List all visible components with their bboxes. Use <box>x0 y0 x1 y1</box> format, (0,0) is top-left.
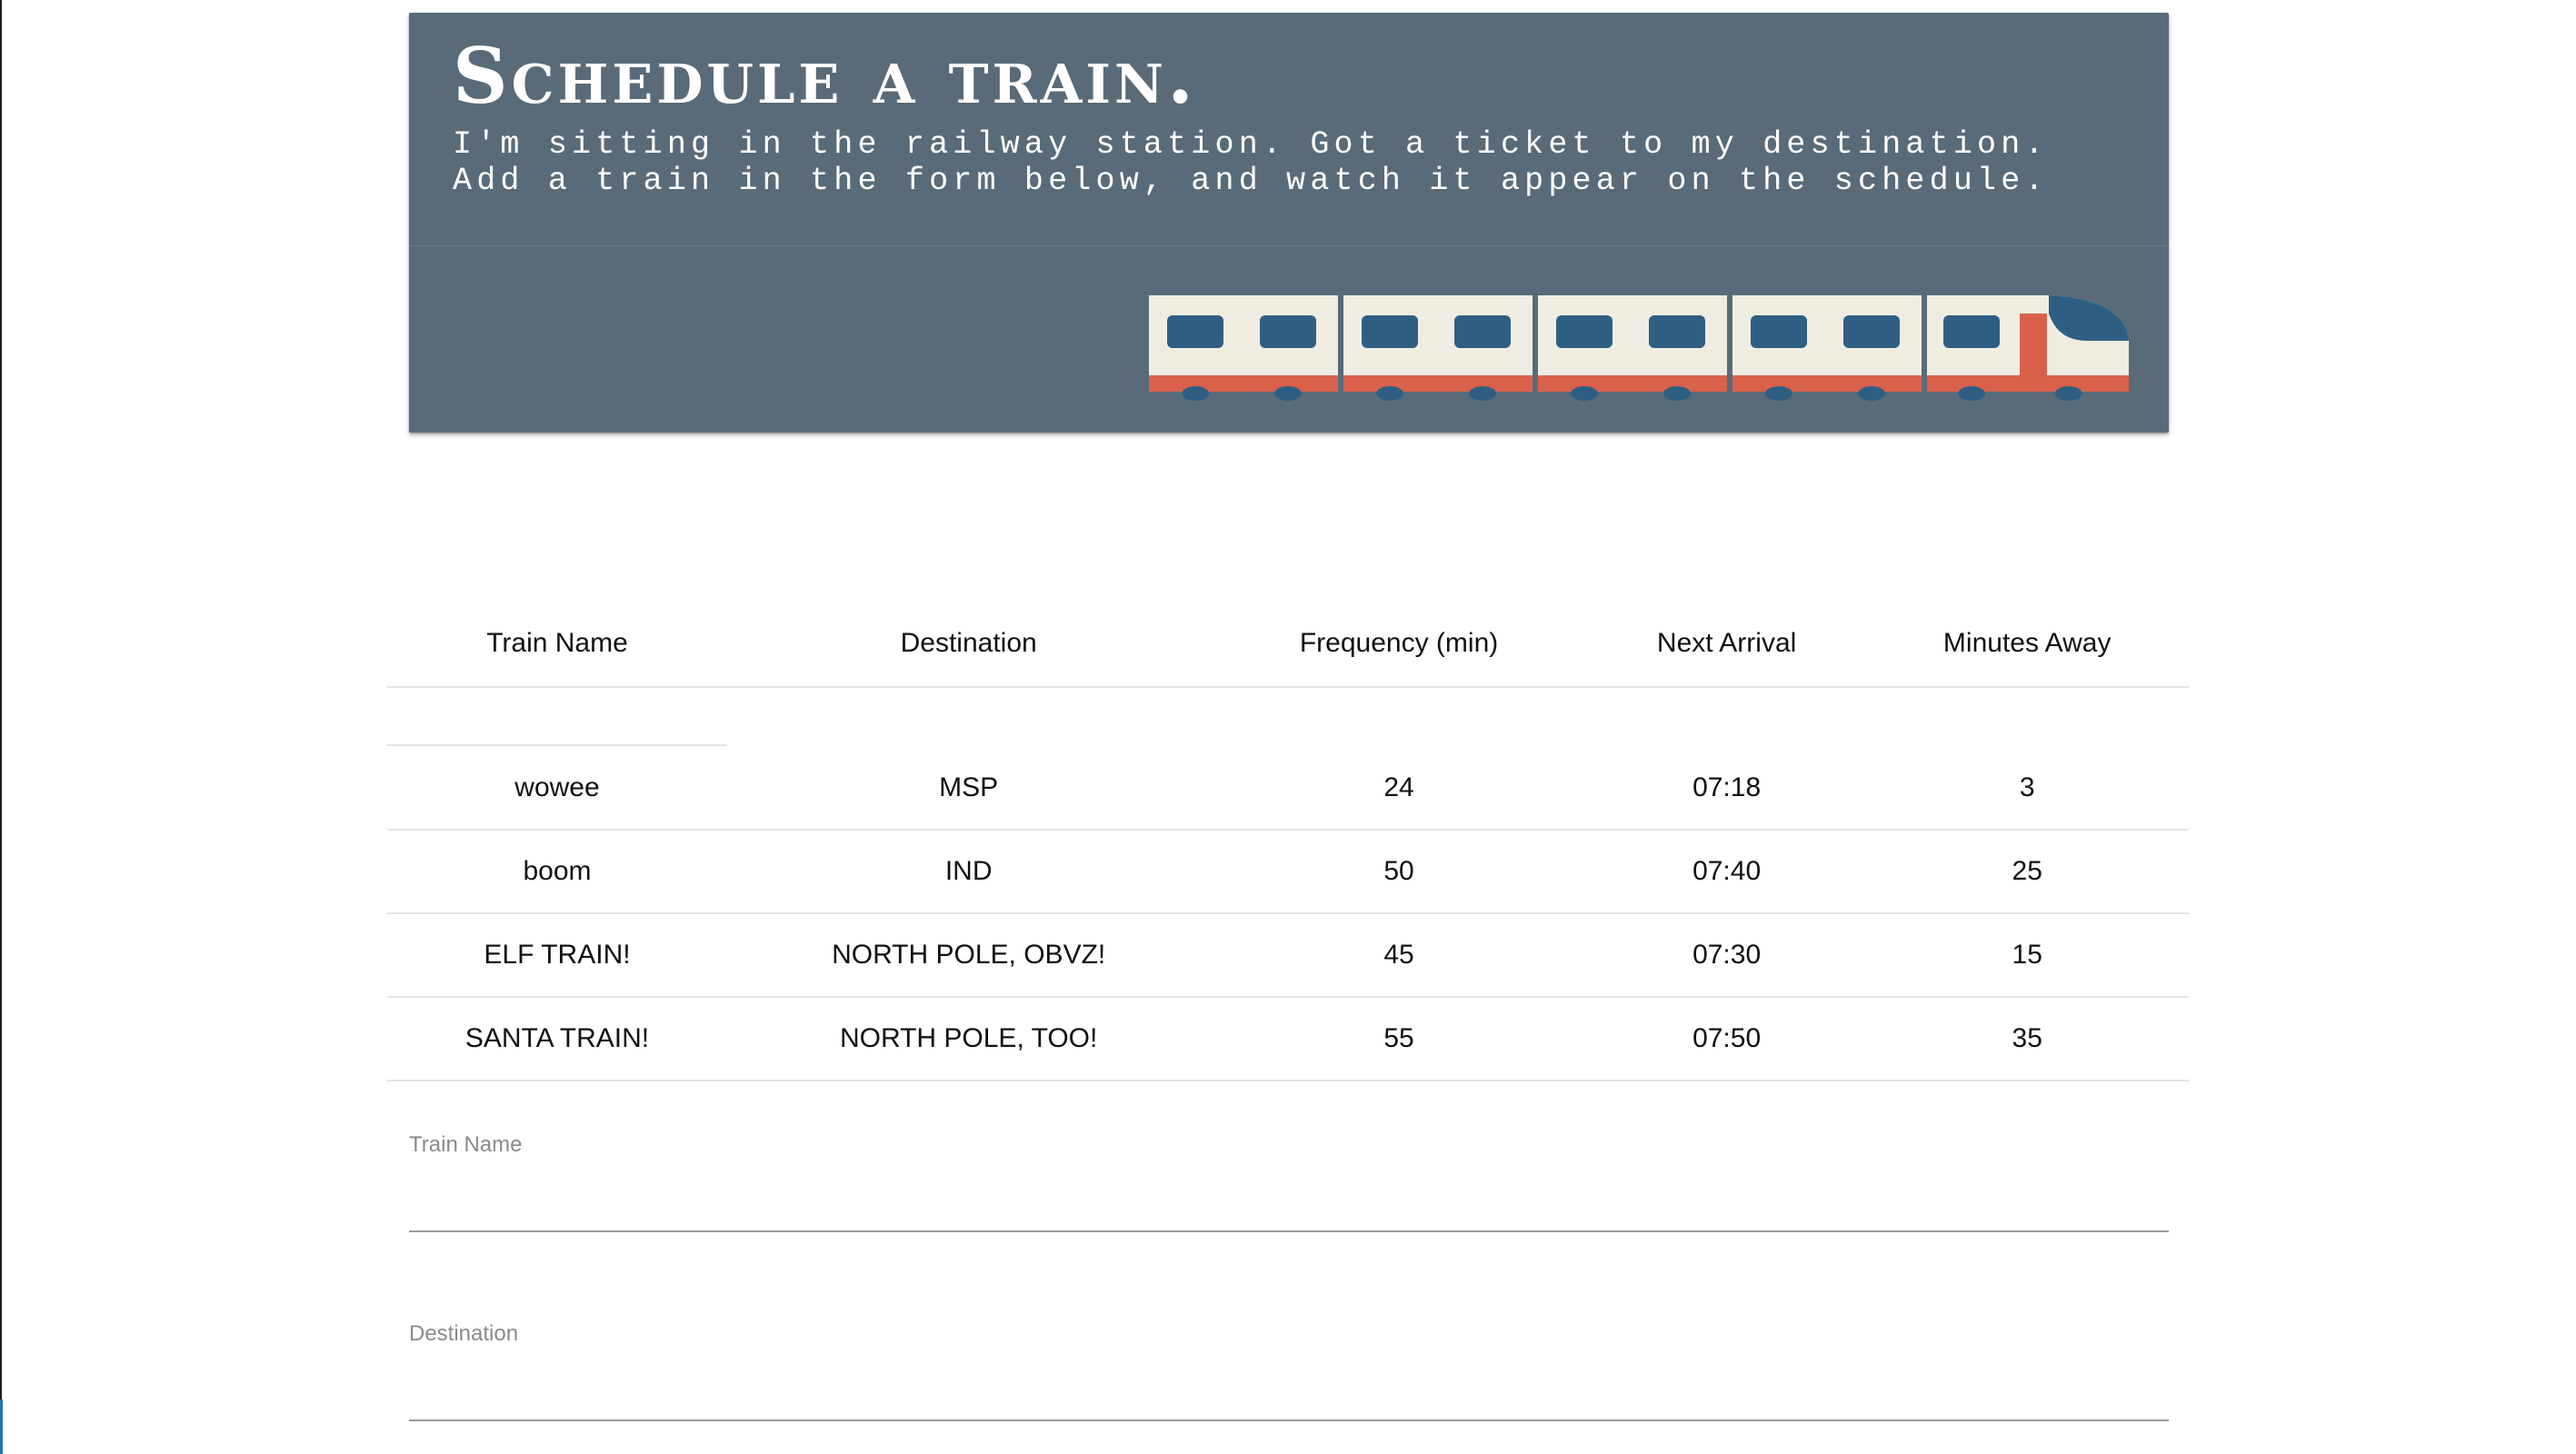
train-car-3 <box>1538 295 1727 401</box>
next-arrival-cell: 07:40 <box>1587 830 1866 914</box>
table-row: boom IND 50 07:40 25 <box>387 830 2189 914</box>
train-locomotive <box>1927 295 2129 401</box>
table-row: ELF TRAIN! NORTH POLE, OBVZ! 45 07:30 15 <box>387 913 2189 998</box>
column-header-train-name: Train Name <box>387 600 727 688</box>
blank-row <box>387 687 2189 746</box>
table-row: wowee MSP 24 07:18 3 <box>387 746 2189 831</box>
column-header-minutes-away: Minutes Away <box>1865 600 2189 688</box>
column-header-frequency: Frequency (min) <box>1210 600 1588 688</box>
frequency-cell: 45 <box>1210 913 1588 998</box>
column-header-next-arrival: Next Arrival <box>1587 600 1866 688</box>
destination-input[interactable] <box>409 1358 2169 1421</box>
destination-cell: NORTH POLE, OBVZ! <box>727 913 1211 998</box>
train-car-4 <box>1732 295 1922 401</box>
train-car-1 <box>1149 295 1338 401</box>
train-name-cell: wowee <box>387 746 727 831</box>
column-header-destination: Destination <box>727 600 1211 688</box>
next-arrival-cell: 07:50 <box>1587 997 1866 1081</box>
table-header-row: Train Name Destination Frequency (min) N… <box>387 600 2189 688</box>
destination-cell: MSP <box>727 746 1211 831</box>
destination-field-group: Destination <box>409 1321 2169 1421</box>
train-car-2 <box>1343 295 1533 401</box>
next-arrival-cell: 07:18 <box>1587 746 1866 831</box>
minutes-away-cell: 15 <box>1865 913 2189 998</box>
train-name-label: Train Name <box>409 1132 523 1157</box>
train-name-cell: ELF TRAIN! <box>387 913 727 998</box>
page-title: Schedule a train. <box>453 31 1198 121</box>
minutes-away-cell: 35 <box>1865 997 2189 1081</box>
train-schedule-table: Train Name Destination Frequency (min) N… <box>387 600 2189 1081</box>
minutes-away-cell: 25 <box>1865 830 2189 914</box>
page-subtitle: I'm sitting in the railway station. Got … <box>453 126 2049 199</box>
train-name-field-group: Train Name <box>409 1132 2169 1232</box>
blank-cell <box>1210 687 1588 746</box>
window-edge-accent <box>0 1399 3 1454</box>
next-arrival-cell: 07:30 <box>1587 913 1866 998</box>
frequency-cell: 55 <box>1210 997 1588 1081</box>
subtitle-line-1: I'm sitting in the railway station. Got … <box>453 126 2049 163</box>
frequency-cell: 24 <box>1210 746 1588 831</box>
header-card: Schedule a train. I'm sitting in the rai… <box>409 13 2169 433</box>
blank-cell <box>727 687 1210 746</box>
train-name-cell: SANTA TRAIN! <box>387 997 727 1081</box>
blank-cell <box>1588 687 1866 746</box>
train-name-cell: boom <box>387 830 727 914</box>
destination-label: Destination <box>409 1321 519 1346</box>
table-row: SANTA TRAIN! NORTH POLE, TOO! 55 07:50 3… <box>387 997 2189 1081</box>
blank-cell <box>387 687 727 746</box>
blank-cell <box>1865 687 2189 746</box>
destination-cell: IND <box>727 830 1211 914</box>
frequency-cell: 50 <box>1210 830 1588 914</box>
destination-cell: NORTH POLE, TOO! <box>727 997 1211 1081</box>
train-name-input[interactable] <box>409 1169 2169 1232</box>
card-divider <box>409 245 2169 246</box>
train-icon <box>1149 295 2129 401</box>
subtitle-line-2: Add a train in the form below, and watch… <box>453 163 2049 199</box>
minutes-away-cell: 3 <box>1865 746 2189 831</box>
window-left-edge <box>0 0 2 1454</box>
